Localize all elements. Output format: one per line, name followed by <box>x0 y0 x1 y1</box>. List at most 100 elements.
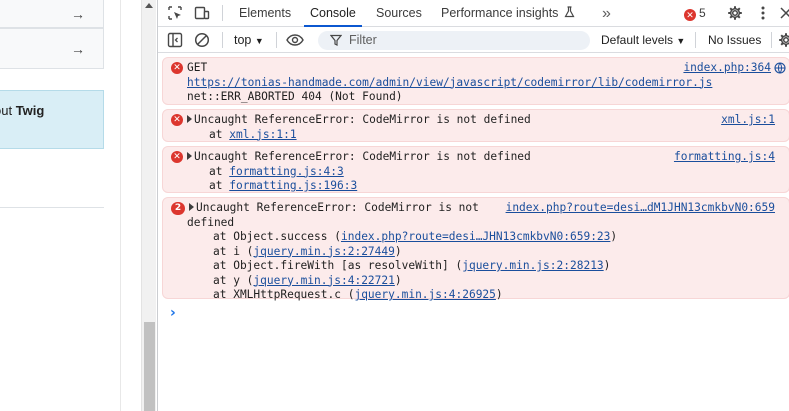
stack-frame: at XMLHttpRequest.c (jquery.min.js:4:269… <box>187 288 781 303</box>
error-icon: ✕ <box>171 114 183 126</box>
context-value: top <box>234 33 252 47</box>
source-link[interactable]: formatting.js:4 <box>674 150 775 165</box>
at-label: at <box>209 127 223 141</box>
console-error-message[interactable]: 2 index.php?route=desi…dM1JHN13cmkbvN0:6… <box>162 197 789 301</box>
stack-frame: at Object.fireWith [as resolveWith] (jqu… <box>187 259 781 274</box>
frame-suffix: ) <box>394 244 402 258</box>
frame-suffix: ) <box>394 273 402 287</box>
frame-prefix: at i ( <box>213 244 254 258</box>
alert-bold-text: Twig <box>15 103 45 118</box>
flask-icon <box>564 6 575 18</box>
error-text: Uncaught ReferenceError: CodeMirror is n… <box>194 150 531 163</box>
tab-console[interactable]: Console <box>304 0 362 27</box>
console-error-message[interactable]: ✕ index.php:364 GET https://tonias-handm… <box>162 57 789 105</box>
inspect-element-icon[interactable] <box>167 5 183 21</box>
console-toolbar: top ▼ Filter Default levels ▼ No Issues <box>158 27 789 53</box>
separator <box>222 32 223 48</box>
web-page: → → out Twig <box>0 0 120 411</box>
error-icon: ✕ <box>171 151 183 163</box>
console-prompt-chevron-icon[interactable]: › <box>170 305 176 321</box>
filter-funnel-icon <box>329 34 343 49</box>
stack-link[interactable]: xml.js:1:1 <box>229 128 296 141</box>
expand-triangle-icon[interactable] <box>187 115 192 123</box>
log-levels-select[interactable]: Default levels ▼ <box>601 27 685 53</box>
caret-down-icon: ▼ <box>254 36 264 46</box>
device-toolbar-icon[interactable] <box>194 5 210 21</box>
stack-link[interactable]: formatting.js:4:3 <box>229 165 344 178</box>
settings-gear-icon[interactable] <box>727 5 743 21</box>
frame-prefix: at Object.fireWith [as resolveWith] ( <box>213 259 463 272</box>
separator <box>276 32 277 48</box>
error-count-badge[interactable]: ✕ 5 <box>684 6 706 21</box>
frame-suffix: ) <box>610 230 618 243</box>
frame-suffix: ) <box>603 259 611 272</box>
stack-link[interactable]: jquery.min.js:4:22721 <box>253 274 394 287</box>
network-error-text: net::ERR_ABORTED 404 (Not Found) <box>187 90 403 103</box>
error-icon: ✕ <box>684 9 696 21</box>
eye-icon[interactable] <box>286 32 304 48</box>
expand-triangle-icon[interactable] <box>187 152 192 160</box>
console-messages: ✕ index.php:364 GET https://tonias-handm… <box>162 57 789 303</box>
stack-frame: at Object.success (index.php?route=desi…… <box>187 230 781 245</box>
scrollbar-thumb[interactable] <box>144 322 155 411</box>
frame-suffix: ) <box>495 288 503 301</box>
filter-input[interactable]: Filter <box>318 31 590 50</box>
alert-text: out <box>0 103 13 118</box>
at-label: at <box>209 179 223 192</box>
expand-triangle-icon[interactable] <box>189 203 194 211</box>
page-margin <box>120 0 141 411</box>
close-icon[interactable] <box>778 5 789 21</box>
sidebar-toggle-icon[interactable] <box>167 32 183 48</box>
console-settings-gear-icon[interactable] <box>778 32 789 48</box>
source-link[interactable]: xml.js:1 <box>721 113 775 128</box>
divider <box>0 207 104 208</box>
stack-frame: at i (jquery.min.js:2:27449) <box>187 245 781 260</box>
info-alert: out Twig <box>0 90 104 149</box>
arrow-right-icon: → <box>71 5 85 22</box>
arrow-right-icon: → <box>71 40 85 57</box>
separator <box>695 32 696 48</box>
stack-link[interactable]: jquery.min.js:2:28213 <box>462 259 603 272</box>
stack-link[interactable]: jquery.min.js:2:27449 <box>253 245 394 258</box>
at-label: at <box>209 164 223 178</box>
page-list-item[interactable]: → <box>0 0 104 28</box>
stack-link[interactable]: formatting.js:196:3 <box>229 179 357 192</box>
network-globe-icon[interactable] <box>774 62 786 74</box>
stack-link[interactable]: index.php?route=desi…JHN13cmkbvN0:659:23 <box>341 230 610 243</box>
tab-label: Performance insights <box>441 6 559 20</box>
separator <box>222 5 223 21</box>
error-count: 5 <box>699 6 706 20</box>
stack-frame: at y (jquery.min.js:4:22721) <box>187 274 781 289</box>
page-scrollbar[interactable] <box>141 0 156 411</box>
tab-elements[interactable]: Elements <box>239 0 291 27</box>
console-error-message[interactable]: ✕ xml.js:1 Uncaught ReferenceError: Code… <box>162 109 789 142</box>
levels-value: Default levels <box>601 33 674 47</box>
tab-sources[interactable]: Sources <box>376 0 422 27</box>
separator <box>771 32 772 48</box>
console-error-message[interactable]: ✕ formatting.js:4 Uncaught ReferenceErro… <box>162 146 789 193</box>
request-url-link[interactable]: https://tonias-handmade.com/admin/view/j… <box>187 76 712 89</box>
error-text: Uncaught ReferenceError: CodeMirror is n… <box>196 201 479 214</box>
kebab-menu-icon[interactable] <box>755 5 771 21</box>
source-link[interactable]: index.php?route=desi…dM1JHN13cmkbvN0:659 <box>506 201 775 216</box>
error-icon: ✕ <box>171 62 183 74</box>
clear-console-icon[interactable] <box>194 32 210 48</box>
devtools-tabbar: Elements Console Sources Performance ins… <box>158 0 789 27</box>
repeat-count-badge: 2 <box>171 202 185 215</box>
filter-placeholder: Filter <box>349 33 377 47</box>
page-list-item[interactable]: → <box>0 28 104 69</box>
more-tabs-chevron-icon[interactable]: » <box>602 0 611 27</box>
frame-prefix: at XMLHttpRequest.c ( <box>213 288 355 301</box>
frame-prefix: at y ( <box>213 273 254 287</box>
scroll-up-icon[interactable] <box>145 3 153 8</box>
caret-down-icon: ▼ <box>676 36 686 46</box>
tab-performance-insights[interactable]: Performance insights <box>441 0 575 27</box>
stack-link[interactable]: jquery.min.js:4:26925 <box>354 288 495 301</box>
devtools-panel: Elements Console Sources Performance ins… <box>157 0 789 411</box>
context-select[interactable]: top ▼ <box>234 27 264 53</box>
frame-prefix: at Object.success ( <box>213 230 341 243</box>
issues-button[interactable]: No Issues <box>708 27 761 53</box>
source-link[interactable]: index.php:364 <box>683 61 771 76</box>
error-text: Uncaught ReferenceError: CodeMirror is n… <box>194 113 531 126</box>
error-text-continued: defined <box>187 215 235 229</box>
